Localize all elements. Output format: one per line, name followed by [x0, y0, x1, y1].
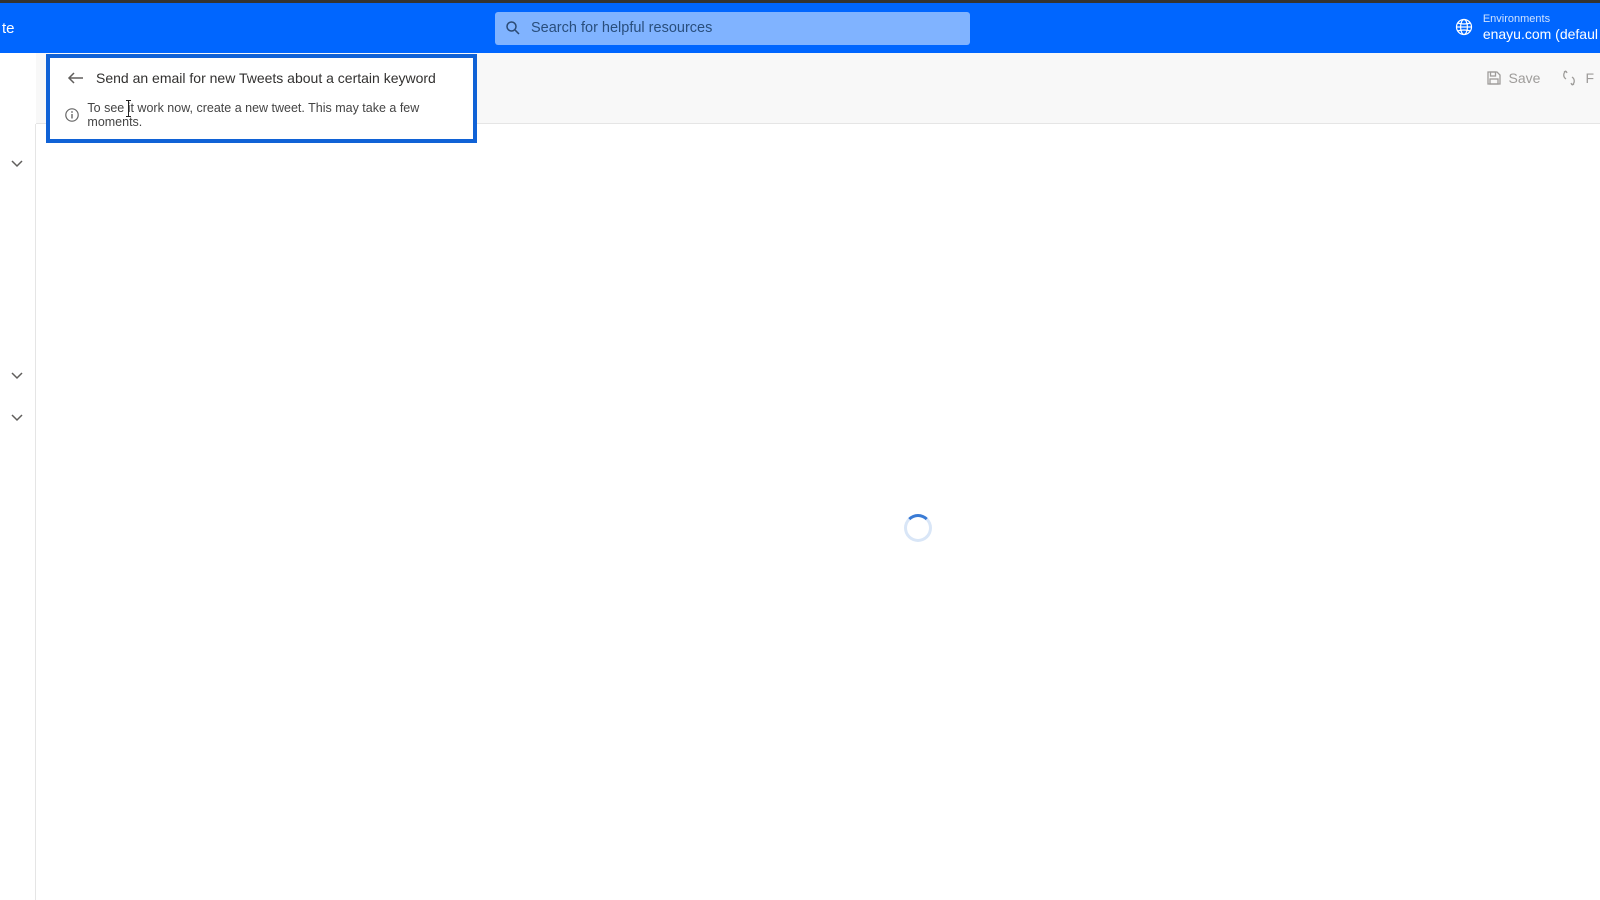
- flow-checker-icon: [1560, 69, 1578, 87]
- loading-spinner: [904, 514, 932, 542]
- environment-picker[interactable]: Environments enayu.com (defaul: [1455, 3, 1600, 53]
- flow-title[interactable]: Send an email for new Tweets about a cer…: [96, 70, 436, 86]
- back-button[interactable]: [62, 71, 90, 85]
- arrow-left-icon: [67, 71, 85, 85]
- rail-collapse-1[interactable]: [10, 155, 24, 173]
- flow-canvas: [36, 124, 1600, 900]
- app-title-fragment: te: [0, 20, 15, 37]
- chevron-down-icon: [10, 412, 24, 422]
- chevron-down-icon: [10, 158, 24, 168]
- save-button[interactable]: Save: [1480, 66, 1547, 90]
- chevron-down-icon: [10, 370, 24, 380]
- flow-info-text: To see it work now, create a new tweet. …: [87, 101, 463, 129]
- flow-checker-button[interactable]: F: [1554, 65, 1600, 91]
- save-icon: [1486, 70, 1502, 86]
- save-label: Save: [1509, 70, 1541, 86]
- app-top-bar: te Search for helpful resources Environm…: [0, 3, 1600, 53]
- info-icon: [64, 107, 79, 123]
- globe-icon: [1455, 18, 1473, 39]
- search-icon: [505, 20, 521, 36]
- rail-collapse-2[interactable]: [10, 367, 24, 385]
- flow-header-highlight: Send an email for new Tweets about a cer…: [46, 54, 477, 143]
- rail-collapse-3[interactable]: [10, 409, 24, 427]
- environment-label: Environments: [1483, 13, 1598, 26]
- search-placeholder: Search for helpful resources: [531, 20, 712, 36]
- left-rail: [0, 124, 36, 900]
- search-input[interactable]: Search for helpful resources: [495, 12, 970, 45]
- text-cursor: [128, 100, 129, 117]
- toolbar-right: Save F: [1480, 60, 1600, 96]
- environment-value: enayu.com (defaul: [1483, 26, 1598, 43]
- flow-checker-label-fragment: F: [1585, 70, 1594, 86]
